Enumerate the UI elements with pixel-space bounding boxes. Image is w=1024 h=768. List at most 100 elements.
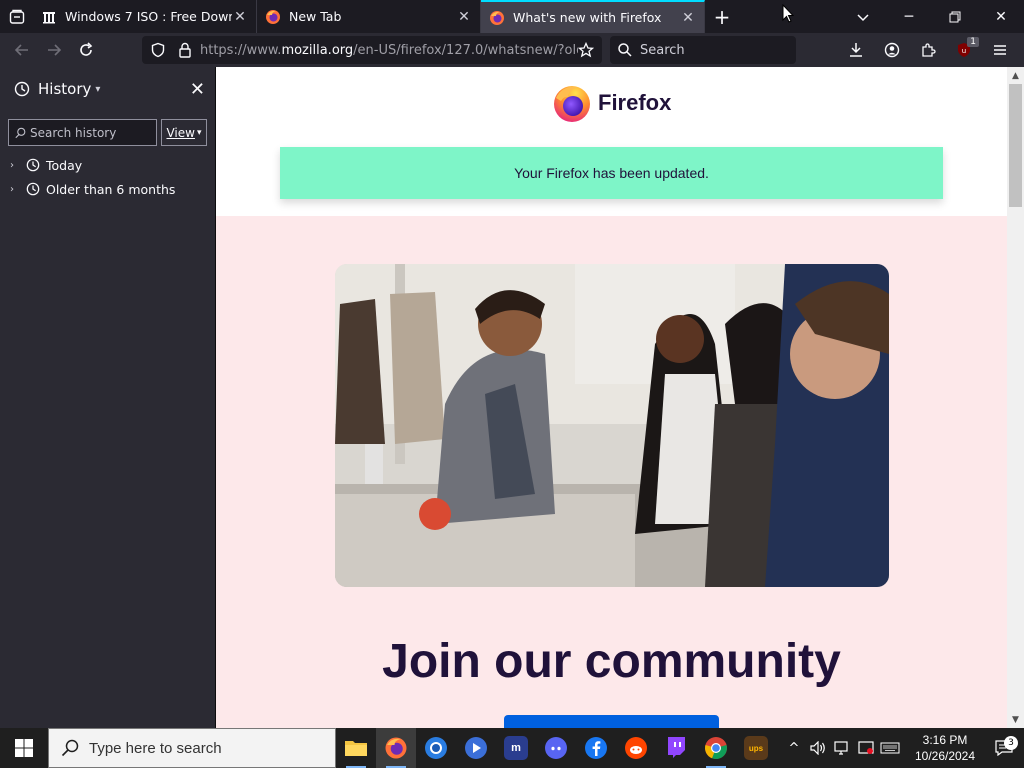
community-heading: Join our community xyxy=(382,635,841,688)
clock-time: 3:16 PM xyxy=(922,733,968,747)
url-bar[interactable]: https://www.mozilla.org/en-US/firefox/12… xyxy=(142,36,602,64)
new-tab-button[interactable]: + xyxy=(705,0,739,33)
navigation-toolbar: https://www.mozilla.org/en-US/firefox/12… xyxy=(0,33,1024,67)
clock-date: 10/26/2024 xyxy=(914,749,976,763)
firefox-view-button[interactable] xyxy=(0,0,33,33)
chevron-up-icon[interactable]: ^ xyxy=(782,741,806,756)
tab-windows7-iso[interactable]: Windows 7 ISO : Free Download ✕ xyxy=(33,0,257,33)
search-bar[interactable]: Search xyxy=(610,36,796,64)
firefox-view-icon xyxy=(9,9,24,24)
history-group-today[interactable]: › Today xyxy=(0,153,215,177)
download-icon xyxy=(850,43,862,57)
discord-icon xyxy=(545,737,567,759)
list-all-tabs-button[interactable] xyxy=(840,0,886,33)
close-window-button[interactable]: ✕ xyxy=(978,0,1024,33)
search-history-input[interactable] xyxy=(8,119,157,146)
bookmark-star-icon[interactable] xyxy=(578,42,594,58)
sidebar-title[interactable]: History xyxy=(38,80,91,98)
scrollbar-thumb[interactable] xyxy=(1009,84,1022,207)
taskbar-firefox[interactable] xyxy=(376,728,416,768)
tab-new-tab[interactable]: New Tab ✕ xyxy=(257,0,481,33)
firefox-brand[interactable]: Firefox xyxy=(552,83,671,123)
update-notice: Your Firefox has been updated. xyxy=(280,147,943,199)
taskbar-meetup[interactable]: m xyxy=(496,728,536,768)
app-menu-button[interactable] xyxy=(982,35,1018,65)
taskbar-media-player[interactable] xyxy=(456,728,496,768)
taskbar-discord[interactable] xyxy=(536,728,576,768)
firefox-icon xyxy=(489,10,505,26)
close-tab-icon[interactable]: ✕ xyxy=(680,10,696,26)
ublock-origin-button[interactable]: u 1 xyxy=(946,35,982,65)
team-meeting-photo xyxy=(335,264,889,587)
firefox-logo-icon xyxy=(554,86,590,122)
search-icon xyxy=(618,43,632,57)
sync-alert-icon[interactable] xyxy=(854,741,878,755)
scroll-down-icon[interactable]: ▼ xyxy=(1007,711,1024,728)
close-tab-icon[interactable]: ✕ xyxy=(232,9,248,25)
clock-icon xyxy=(26,182,40,196)
history-sidebar: History ▾ ✕ View ▾ › Today › Older than … xyxy=(0,67,216,728)
ups-icon: ups xyxy=(744,736,768,760)
page-content: Firefox Your Firefox has been updated. J… xyxy=(216,67,1007,728)
restore-button[interactable] xyxy=(932,0,978,33)
url-text[interactable]: https://www.mozilla.org/en-US/firefox/12… xyxy=(200,43,578,58)
sidebar-header: History ▾ ✕ xyxy=(0,67,215,111)
history-group-older[interactable]: › Older than 6 months xyxy=(0,177,215,201)
brand-name: Firefox xyxy=(598,90,672,115)
taskbar-clock[interactable]: 3:16 PM 10/26/2024 xyxy=(906,732,984,764)
close-tab-icon[interactable]: ✕ xyxy=(456,9,472,25)
action-center-button[interactable]: 3 xyxy=(984,736,1024,756)
search-history-field[interactable] xyxy=(30,125,150,140)
taskbar-twitch[interactable] xyxy=(656,728,696,768)
lock-icon[interactable] xyxy=(178,42,192,58)
back-button[interactable] xyxy=(6,35,38,65)
chevron-right-icon[interactable]: › xyxy=(10,184,20,195)
play-icon xyxy=(465,737,487,759)
volume-icon[interactable] xyxy=(806,741,830,755)
tracking-protection-shield-icon[interactable] xyxy=(150,42,166,58)
network-icon[interactable] xyxy=(830,741,854,755)
taskbar-reddit[interactable] xyxy=(616,728,656,768)
forward-arrow-icon xyxy=(48,44,62,56)
system-tray: ^ 3:16 PM 10/26/2024 3 xyxy=(782,728,1024,768)
search-icon xyxy=(61,739,79,757)
windows-taskbar: Type here to search m ups ^ 3:16 PM 10/2… xyxy=(0,728,1024,768)
scroll-up-icon[interactable]: ▲ xyxy=(1007,67,1024,84)
mouse-cursor-icon xyxy=(782,4,794,23)
taskbar-search-placeholder: Type here to search xyxy=(89,739,222,757)
taskbar-file-explorer[interactable] xyxy=(336,728,376,768)
minimize-button[interactable]: ─ xyxy=(886,0,932,33)
firefox-icon xyxy=(265,9,281,25)
taskbar-ups[interactable]: ups xyxy=(736,728,776,768)
chevron-right-icon[interactable]: › xyxy=(10,160,20,171)
chevron-down-icon[interactable]: ▾ xyxy=(95,84,100,95)
chrome-icon xyxy=(705,737,727,760)
start-button[interactable] xyxy=(0,728,48,768)
twitch-icon xyxy=(668,737,685,758)
close-sidebar-icon[interactable]: ✕ xyxy=(190,79,205,100)
hamburger-menu-icon xyxy=(994,45,1006,55)
tab-whats-new[interactable]: What's new with Firefox ✕ xyxy=(481,0,705,33)
reload-icon xyxy=(80,42,93,56)
forward-button[interactable] xyxy=(38,35,70,65)
page-scrollbar[interactable]: ▲ ▼ xyxy=(1007,67,1024,728)
history-tree: › Today › Older than 6 months xyxy=(0,153,215,201)
extension-badge: 1 xyxy=(967,37,979,47)
firefox-icon xyxy=(385,737,407,759)
cta-button[interactable] xyxy=(504,715,719,728)
keyboard-icon[interactable] xyxy=(878,742,902,754)
taskbar-chrome[interactable] xyxy=(696,728,736,768)
chevron-down-icon xyxy=(857,13,869,21)
taskbar-chrome-canary[interactable] xyxy=(416,728,456,768)
back-arrow-icon xyxy=(14,44,28,56)
downloads-button[interactable] xyxy=(838,35,874,65)
view-menu-button[interactable]: View ▾ xyxy=(161,119,207,146)
reload-button[interactable] xyxy=(70,35,102,65)
chrome-canary-icon xyxy=(425,737,447,759)
taskbar-facebook[interactable] xyxy=(576,728,616,768)
folder-icon xyxy=(345,741,367,756)
extensions-button[interactable] xyxy=(910,35,946,65)
taskbar-search-box[interactable]: Type here to search xyxy=(48,728,336,768)
account-button[interactable] xyxy=(874,35,910,65)
clock-icon xyxy=(14,81,30,97)
